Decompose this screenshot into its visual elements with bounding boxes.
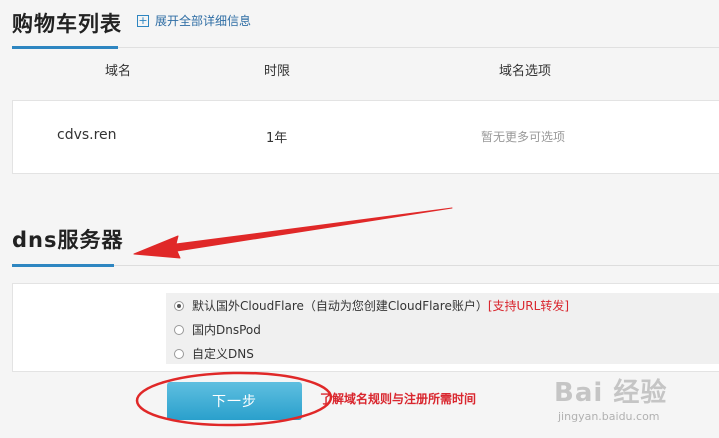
column-header-period: 时限 [264,64,291,79]
cart-list-title: 购物车列表 [12,12,122,36]
dns-option-dnspod-label: 国内DnsPod [192,323,261,337]
baidu-logo: Bai 经验 [554,378,668,408]
cell-domain: cdvs.ren [57,127,117,143]
expand-all-details-label: 展开全部详细信息 [155,14,252,28]
dns-option-dnspod[interactable]: 国内DnsPod [174,321,261,338]
domain-rules-link[interactable]: 了解域名规则与注册所需时间 [320,390,476,407]
dns-server-title: dns服务器 [12,228,124,252]
url-forwarding-tag: [支持URL转发] [487,299,570,313]
radio-unchecked-icon[interactable] [174,324,184,335]
dns-option-cloudflare[interactable]: 默认国外CloudFlare（自动为您创建CloudFlare账户） [支持UR… [174,297,569,314]
baidu-jingyan-watermark: Bai 经验 jingyan.baidu.com [548,372,716,434]
dns-option-cloudflare-label: 默认国外CloudFlare（自动为您创建CloudFlare账户） [192,299,488,313]
radio-unchecked-icon[interactable] [174,348,184,359]
next-step-button[interactable]: 下一步 [167,382,302,420]
cart-title-underline [12,46,118,49]
expand-all-details-link[interactable]: + 展开全部详细信息 [137,12,251,29]
annotation-arrow-icon [133,207,453,259]
dns-options-group: 默认国外CloudFlare（自动为您创建CloudFlare账户） [支持UR… [166,293,719,364]
dns-option-custom[interactable]: 自定义DNS [174,345,254,362]
dns-title-underline [12,264,114,267]
cell-period: 1年 [266,131,288,146]
cell-domain-options: 暂无更多可选项 [481,130,566,144]
column-header-domain-options: 域名选项 [499,64,552,79]
cart-divider [118,47,719,48]
column-header-domain: 域名 [105,64,132,79]
cart-table-header: 域名 时限 域名选项 [12,60,719,90]
dns-option-custom-label: 自定义DNS [192,347,254,361]
watermark-url: jingyan.baidu.com [558,410,660,423]
radio-checked-icon[interactable] [174,300,184,311]
dns-divider [114,265,719,266]
plus-square-icon: + [137,13,149,27]
table-row: cdvs.ren 1年 暂无更多可选项 [12,100,719,174]
